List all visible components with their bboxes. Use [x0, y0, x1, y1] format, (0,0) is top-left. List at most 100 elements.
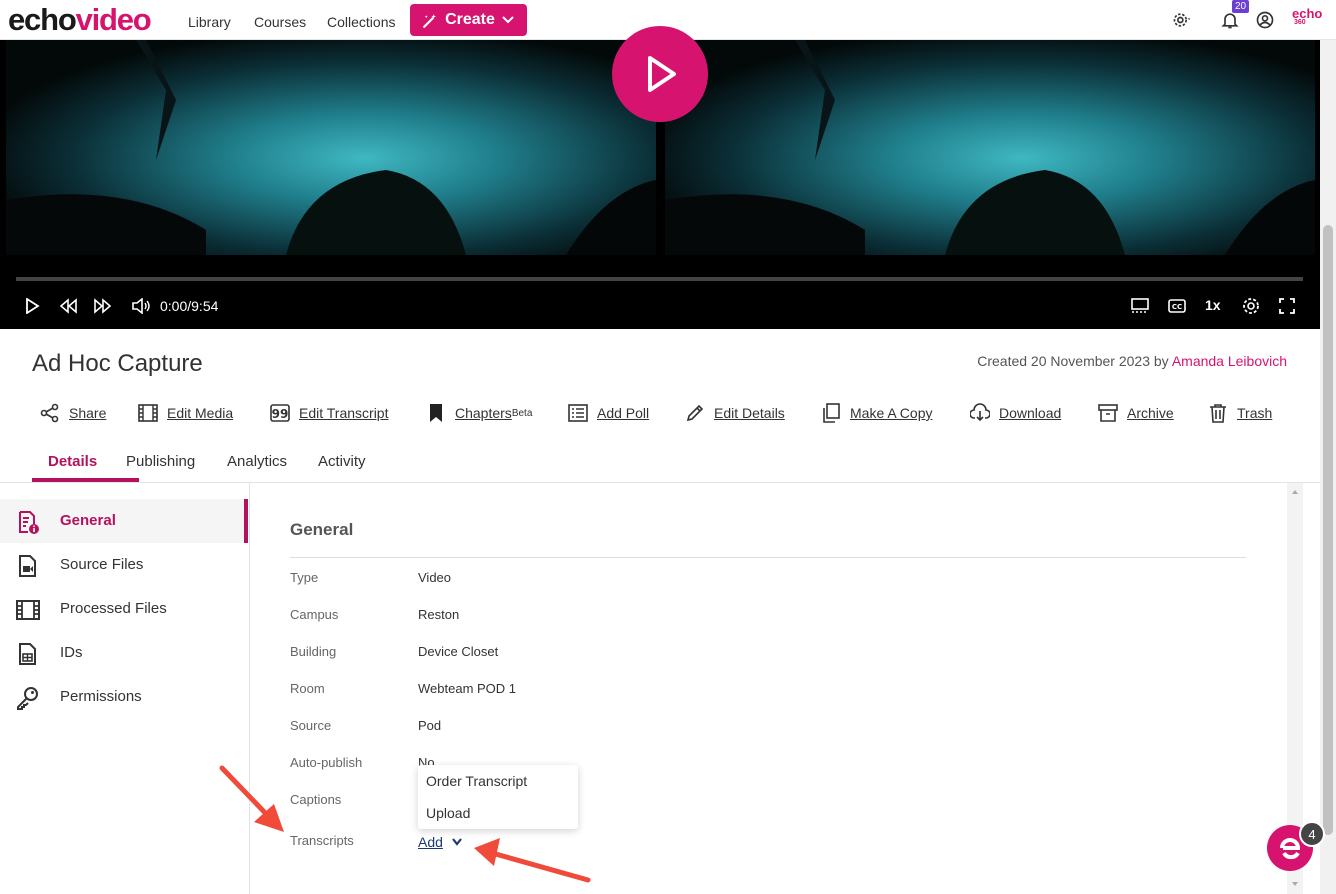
- echovideo-logo[interactable]: echovideo: [8, 2, 152, 38]
- field-value-type: Video: [418, 570, 452, 585]
- tab-publishing[interactable]: Publishing: [126, 453, 195, 470]
- nav-courses[interactable]: Courses: [254, 14, 306, 30]
- section-divider: [290, 557, 1246, 558]
- scroll-down-icon: [1292, 882, 1298, 886]
- file-info-icon: [19, 511, 39, 534]
- add-poll-action[interactable]: Add Poll: [568, 401, 649, 425]
- nav-collections[interactable]: Collections: [327, 14, 395, 30]
- sidebar-item-general[interactable]: General: [0, 499, 248, 543]
- pencil-icon: [686, 404, 704, 422]
- menu-item-order-transcript[interactable]: Order Transcript: [426, 773, 527, 789]
- chat-unread-badge: 4: [1299, 821, 1325, 847]
- chevron-down-icon: [452, 838, 462, 846]
- player-settings-button[interactable]: [1241, 296, 1261, 316]
- progress-bar[interactable]: [16, 277, 1303, 281]
- field-label-auto-publish: Auto-publish: [290, 755, 363, 770]
- film-icon: [16, 600, 40, 620]
- nav-library[interactable]: Library: [188, 14, 231, 30]
- tab-analytics[interactable]: Analytics: [227, 453, 287, 470]
- echo360-logo[interactable]: echo 360: [1292, 7, 1322, 27]
- copy-icon: [823, 403, 840, 423]
- archive-action[interactable]: Archive: [1098, 401, 1174, 425]
- field-label-source: Source: [290, 718, 332, 733]
- create-button[interactable]: Create: [410, 4, 527, 36]
- rewind-button[interactable]: [58, 296, 78, 316]
- file-table-icon: [19, 643, 36, 665]
- bell-icon[interactable]: [1220, 10, 1240, 30]
- sidebar-item-processed-files[interactable]: Processed Files: [0, 587, 248, 631]
- share-icon: [40, 403, 59, 423]
- volume-icon: [132, 298, 150, 314]
- field-value-campus: Reston: [418, 607, 460, 622]
- film-icon: [138, 404, 158, 422]
- trash-icon: [1210, 404, 1226, 423]
- trash-action[interactable]: Trash: [1208, 401, 1272, 425]
- bookmark-icon: [430, 404, 442, 422]
- list-icon: [568, 404, 588, 422]
- video-player[interactable]: 0:00/9:54 CC 1x: [0, 26, 1320, 329]
- sidebar-item-source-files[interactable]: Source Files: [0, 543, 248, 587]
- menu-item-upload[interactable]: Upload: [426, 805, 470, 821]
- field-label-captions: Captions: [290, 792, 342, 807]
- created-info: Created 20 November 2023 by Amanda Leibo…: [977, 353, 1287, 369]
- sidebar-item-permissions[interactable]: Permissions: [0, 675, 248, 719]
- field-label-building: Building: [290, 644, 337, 659]
- time-display: 0:00/9:54: [160, 298, 219, 314]
- volume-button[interactable]: [130, 296, 152, 316]
- settings-menu-icon[interactable]: [1172, 10, 1192, 30]
- key-icon: [17, 687, 38, 710]
- playback-speed-button[interactable]: 1x: [1205, 297, 1221, 313]
- create-label: Create: [445, 11, 495, 28]
- video-thumbnail-right: [665, 40, 1315, 255]
- captions-button[interactable]: CC: [1167, 296, 1187, 316]
- play-button[interactable]: [22, 296, 42, 316]
- field-label-campus: Campus: [290, 607, 339, 622]
- layout-button[interactable]: [1130, 296, 1150, 316]
- fullscreen-icon: [1279, 298, 1295, 314]
- notification-badge: 20: [1232, 0, 1250, 13]
- cc-icon: CC: [1168, 299, 1186, 313]
- big-play-button[interactable]: [612, 26, 708, 122]
- download-icon: [970, 403, 990, 422]
- page-scrollbar[interactable]: [1320, 40, 1336, 894]
- fast-forward-icon: [94, 298, 112, 314]
- field-value-building: Device Closet: [418, 644, 499, 659]
- edit-details-action[interactable]: Edit Details: [685, 401, 785, 425]
- field-label-type: Type: [290, 570, 319, 585]
- user-account-icon[interactable]: [1255, 10, 1275, 30]
- download-action[interactable]: Download: [970, 401, 1061, 425]
- field-value-room: Webteam POD 1: [418, 681, 517, 696]
- share-action[interactable]: Share: [40, 401, 106, 425]
- svg-text:CC: CC: [1172, 303, 1182, 311]
- tab-details[interactable]: Details: [48, 453, 97, 470]
- scrollbar-thumb[interactable]: [1323, 225, 1333, 835]
- chevron-down-icon: [502, 16, 514, 24]
- tab-activity[interactable]: Activity: [318, 453, 366, 470]
- file-video-icon: [19, 555, 36, 577]
- play-icon: [648, 56, 676, 92]
- section-heading: General: [290, 520, 354, 539]
- beta-label: Beta: [511, 407, 533, 419]
- field-label-transcripts: Transcripts: [290, 833, 354, 848]
- edit-transcript-action[interactable]: 99 Edit Transcript: [270, 401, 388, 425]
- play-icon: [26, 298, 40, 314]
- sidebar-item-ids[interactable]: IDs: [0, 631, 248, 675]
- svg-text:99: 99: [272, 407, 289, 421]
- make-a-copy-action[interactable]: Make A Copy: [821, 401, 933, 425]
- layout-icon: [1131, 298, 1149, 313]
- field-value-source: Pod: [418, 718, 442, 733]
- add-transcript-button[interactable]: Add: [418, 834, 463, 850]
- gear-icon: [1243, 298, 1259, 314]
- chapters-action[interactable]: Chapters Beta: [426, 401, 532, 425]
- quote-icon: 99: [270, 404, 290, 422]
- fast-forward-button[interactable]: [93, 296, 113, 316]
- details-sidebar: General Source Files Processed Files IDs…: [0, 483, 250, 894]
- fullscreen-button[interactable]: [1277, 296, 1297, 316]
- rewind-icon: [59, 298, 77, 314]
- edit-media-action[interactable]: Edit Media: [138, 401, 233, 425]
- video-thumbnail-left: [6, 40, 656, 255]
- scroll-up-icon: [1292, 490, 1298, 494]
- media-title: Ad Hoc Capture: [32, 350, 203, 377]
- owner-link[interactable]: Amanda Leibovich: [1172, 353, 1287, 369]
- field-label-room: Room: [290, 681, 325, 696]
